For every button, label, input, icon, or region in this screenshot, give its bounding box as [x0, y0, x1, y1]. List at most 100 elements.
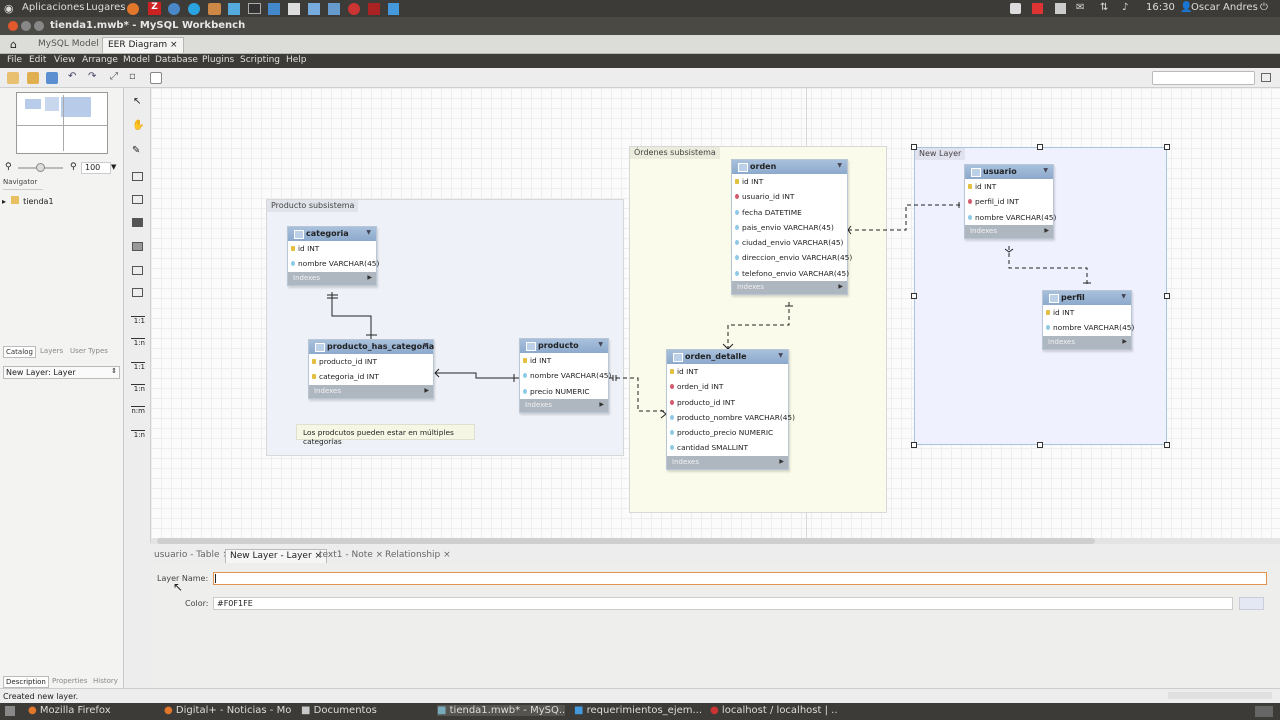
skype-launcher-icon[interactable]	[188, 3, 200, 15]
app-launcher-icon-4[interactable]	[328, 3, 340, 15]
text-editor-launcher-icon[interactable]	[288, 3, 300, 15]
note-tool-icon[interactable]	[132, 195, 143, 204]
indexes-section[interactable]: Indexes	[309, 384, 433, 398]
dropbox-launcher-icon[interactable]	[228, 3, 240, 15]
menu-database[interactable]: Database	[155, 55, 198, 65]
indexes-section[interactable]: Indexes	[1043, 335, 1131, 349]
view-tool-icon[interactable]	[132, 266, 143, 275]
menu-file[interactable]: File	[7, 55, 22, 65]
sidebar-toggle-icon[interactable]	[1261, 73, 1271, 82]
table-usuario[interactable]: usuario id INT perfil_id INT nombre VARC…	[964, 164, 1056, 239]
ubuntu-logo-icon[interactable]: ◉	[4, 2, 14, 15]
navigator-tab[interactable]: Navigator	[3, 178, 43, 190]
close-icon[interactable]: ×	[170, 40, 178, 50]
zoom-in-icon[interactable]: ⚲	[70, 162, 77, 172]
pointer-tool-icon[interactable]: ↖	[133, 96, 141, 107]
tab-description[interactable]: Description	[3, 676, 49, 688]
menu-help[interactable]: Help	[286, 55, 307, 65]
rel-n-m-tool[interactable]: n:m	[131, 406, 145, 415]
eer-canvas[interactable]: Producto subsistema Órdenes subsistema N…	[151, 88, 1280, 538]
table-orden-detalle[interactable]: orden_detalle id INT orden_id INT produc…	[666, 349, 795, 470]
table-producto-has-categoria[interactable]: producto_has_categoria producto_id INT c…	[308, 339, 434, 399]
indexes-section[interactable]: Indexes	[288, 271, 376, 285]
table-producto[interactable]: producto id INT nombre VARCHAR(45) preci…	[519, 338, 611, 413]
firefox-launcher-icon[interactable]	[127, 3, 139, 15]
applications-menu[interactable]: Aplicaciones	[22, 2, 84, 13]
show-desktop-icon[interactable]	[5, 706, 15, 716]
rel-1-1-id-tool[interactable]: 1:1	[131, 362, 145, 371]
indexes-section[interactable]: Indexes	[732, 281, 847, 295]
home-icon[interactable]: ⌂	[10, 38, 17, 51]
network-icon[interactable]: ⇅	[1100, 2, 1108, 13]
terminal-launcher-icon[interactable]	[248, 3, 261, 14]
routine-tool-icon[interactable]	[132, 288, 143, 297]
menu-edit[interactable]: Edit	[29, 55, 46, 65]
close-icon[interactable]: ×	[443, 550, 451, 560]
note-text1[interactable]: Los prodcutos pueden estar en múltiples …	[296, 424, 475, 446]
scrollbar-thumb[interactable]	[157, 538, 1095, 544]
tab-user-types[interactable]: User Types	[70, 347, 108, 355]
table-perfil[interactable]: perfil id INT nombre VARCHAR(45) Indexes	[1042, 290, 1134, 350]
new-document-icon[interactable]	[7, 72, 19, 84]
rel-existing-tool[interactable]: 1:n	[131, 430, 145, 439]
table-categoria[interactable]: categoria id INT nombre VARCHAR(45) Inde…	[287, 226, 379, 286]
task-requerimientos[interactable]: ■ requerimientos_ejem...	[574, 705, 702, 716]
tab-layers[interactable]: Layers	[40, 347, 63, 355]
open-folder-icon[interactable]	[27, 72, 39, 84]
minimize-window-button[interactable]	[21, 21, 31, 31]
save-icon[interactable]	[46, 72, 58, 84]
layer-select[interactable]: New Layer: Layer ⇕	[3, 366, 120, 379]
task-localhost[interactable]: ● localhost / localhost | ...	[710, 705, 838, 716]
zoom-slider-handle[interactable]	[36, 163, 45, 172]
tray-icon-3[interactable]	[1055, 3, 1066, 14]
tab-new-layer[interactable]: New Layer - Layer ×	[225, 549, 328, 563]
tab-properties[interactable]: Properties	[52, 677, 87, 685]
color-picker-button[interactable]	[1239, 597, 1264, 610]
color-input[interactable]: #F0F1FE	[213, 597, 1233, 610]
rel-1-1-tool[interactable]: 1:1	[131, 316, 145, 325]
menu-model[interactable]: Model	[123, 55, 150, 65]
maximize-window-button[interactable]	[34, 21, 44, 31]
zoom-level-field[interactable]: 100	[81, 162, 111, 174]
tab-eer-diagram[interactable]: EER Diagram ×	[102, 37, 184, 53]
writer-launcher-icon[interactable]	[388, 3, 399, 15]
app-launcher-icon-6[interactable]	[368, 3, 380, 15]
navigator-minimap[interactable]	[16, 92, 108, 154]
table-orden[interactable]: orden id INT usuario_id INT fecha DATETI…	[731, 159, 852, 296]
eraser-tool-icon[interactable]: ✎	[132, 145, 140, 156]
align-icon[interactable]: ▫	[129, 71, 136, 82]
chevron-down-icon[interactable]: ▼	[111, 163, 116, 171]
close-window-button[interactable]	[8, 21, 18, 31]
zoom-out-icon[interactable]: ⚲	[5, 162, 12, 172]
app-launcher-icon[interactable]	[208, 3, 221, 15]
task-digital-noticias[interactable]: ● Digital+ - Noticias - Mo...	[164, 705, 292, 716]
task-firefox[interactable]: ● Mozilla Firefox	[28, 705, 158, 716]
tab-text1-note[interactable]: text1 - Note ×	[315, 549, 387, 563]
rel-1-n-id-tool[interactable]: 1:n	[131, 384, 145, 393]
tray-icon-2[interactable]	[1032, 3, 1043, 14]
tab-relationship[interactable]: Relationship ×	[381, 549, 455, 563]
tab-catalog[interactable]: Catalog	[3, 346, 36, 358]
indexes-section[interactable]: Indexes	[965, 224, 1053, 238]
layer-name-input[interactable]	[213, 572, 1267, 585]
workspace-switcher[interactable]	[1255, 706, 1273, 717]
redo-icon[interactable]: ↷	[88, 71, 96, 82]
volume-icon[interactable]: ♪	[1122, 2, 1128, 13]
clock[interactable]: 16:30	[1146, 2, 1175, 13]
user-menu[interactable]: Oscar Andres	[1191, 2, 1258, 13]
table-tool-icon[interactable]	[132, 242, 143, 251]
mail-icon[interactable]: ✉	[1076, 2, 1084, 13]
toggle-page-icon[interactable]	[150, 72, 162, 84]
menu-arrange[interactable]: Arrange	[82, 55, 118, 65]
menu-scripting[interactable]: Scripting	[240, 55, 280, 65]
undo-icon[interactable]: ↶	[68, 71, 76, 82]
tree-item-tienda1[interactable]: ▸ tienda1	[2, 196, 54, 206]
toggle-grid-icon[interactable]: ⤢	[110, 71, 118, 82]
tray-icon-1[interactable]	[1010, 3, 1021, 14]
app-launcher-icon-3[interactable]	[308, 3, 320, 15]
power-icon[interactable]: ⏻	[1260, 2, 1268, 13]
app-launcher-icon-2[interactable]	[268, 3, 280, 15]
tab-usuario-table[interactable]: usuario - Table ×	[150, 549, 234, 563]
horizontal-scrollbar[interactable]	[151, 538, 1280, 544]
places-menu[interactable]: Lugares	[86, 2, 125, 13]
